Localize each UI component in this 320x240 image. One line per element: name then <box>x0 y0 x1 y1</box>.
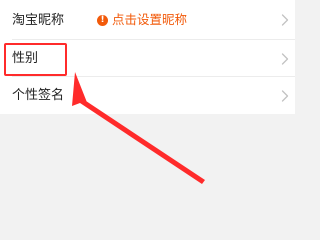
nickname-row[interactable]: 淘宝昵称 ! 点击设置昵称 <box>0 0 295 40</box>
annotation-highlight-box <box>4 43 67 76</box>
chevron-right-icon <box>281 52 289 65</box>
nickname-label: 淘宝昵称 <box>12 12 65 28</box>
signature-row[interactable]: 个性签名 <box>0 77 295 114</box>
signature-label: 个性签名 <box>12 88 65 103</box>
chevron-right-icon <box>281 89 289 102</box>
nickname-value[interactable]: ! 点击设置昵称 <box>97 13 187 27</box>
info-icon: ! <box>97 14 108 26</box>
chevron-right-icon <box>281 14 289 26</box>
set-nickname-link[interactable]: 点击设置昵称 <box>112 13 187 27</box>
